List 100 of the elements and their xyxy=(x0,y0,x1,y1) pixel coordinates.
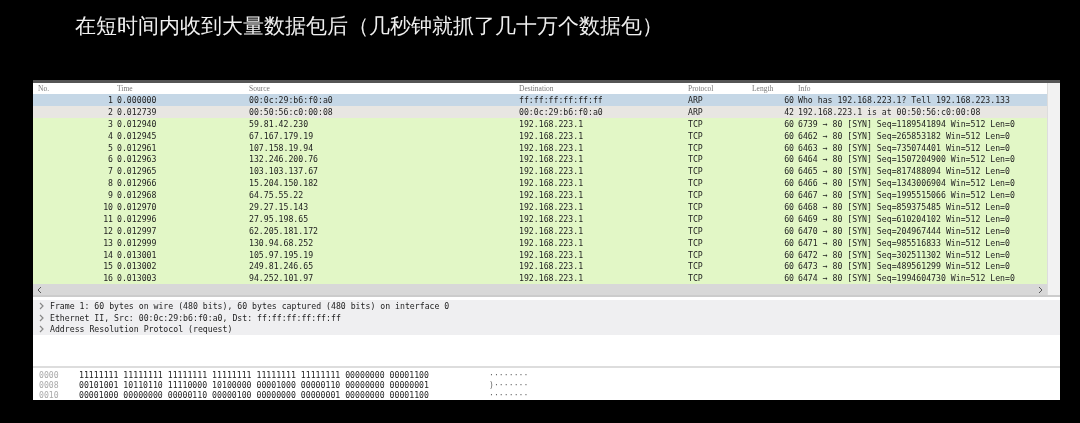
table-cell-text: 0.012961 xyxy=(117,142,158,153)
packet-row[interactable]: 8 0.012966 15.204.150.182 192.168.223.1 TCP 60 6466 → 80 [SYN] Seq=1343006904 Win=512 Len=0 xyxy=(33,177,1047,190)
byte-ascii: )······· xyxy=(489,380,529,390)
table-cell-text: TCP xyxy=(688,154,704,165)
table-cell-text: 0.012963 xyxy=(117,154,158,165)
table-cell-text: TCP xyxy=(688,249,704,260)
packet-row[interactable]: 6 0.012963 132.246.200.76 192.168.223.1 TCP 60 6464 → 80 [SYN] Seq=1507204900 Win=512 Len=0 xyxy=(33,153,1047,166)
table-cell-text: 6471 → 80 [SYN] Seq=985516833 Win=512 Len=0 xyxy=(798,237,1011,248)
table-cell-text: 60 xyxy=(783,213,795,224)
byte-offset: 0000 xyxy=(38,370,60,380)
table-cell-text: 7 xyxy=(107,166,114,177)
table-cell-text: 60 xyxy=(783,154,795,165)
table-cell-text: 60 xyxy=(783,249,795,260)
table-cell-text: 6470 → 80 [SYN] Seq=204967444 Win=512 Len=0 xyxy=(798,225,1011,236)
table-cell-text: 13 xyxy=(102,237,114,248)
scroll-left-icon[interactable] xyxy=(36,285,42,294)
table-cell-text: 0.013003 xyxy=(117,273,158,284)
table-cell-text: 6467 → 80 [SYN] Seq=1995515066 Win=512 Len=0 xyxy=(798,190,1016,201)
table-cell-text: 14 xyxy=(102,249,114,260)
table-cell-text: 60 xyxy=(783,190,795,201)
table-cell-text: 0.012945 xyxy=(117,130,158,141)
packet-row[interactable]: 9 0.012968 64.75.55.22 192.168.223.1 TCP 60 6467 → 80 [SYN] Seq=1995515066 Win=512 Len=0 xyxy=(33,189,1047,201)
table-cell-text: 192.168.223.1 xyxy=(519,118,585,129)
table-cell-text: TCP xyxy=(688,261,704,272)
table-cell-text: 6468 → 80 [SYN] Seq=859375485 Win=512 Len=0 xyxy=(798,201,1011,212)
table-cell-text: 64.75.55.22 xyxy=(249,190,305,201)
table-cell-text: 6739 → 80 [SYN] Seq=1189541894 Win=512 Len=0 xyxy=(798,118,1016,129)
table-cell-text: 6474 → 80 [SYN] Seq=1994604730 Win=512 Len=0 xyxy=(798,273,1016,284)
table-cell-text: 60 xyxy=(783,273,795,284)
table-cell-text: 4 xyxy=(107,130,114,141)
table-cell-text: 59.81.42.230 xyxy=(249,118,310,129)
table-cell-text: 192.168.223.1 xyxy=(519,225,585,236)
table-cell-text: 192.168.223.1 xyxy=(519,261,585,272)
table-cell-text: 15.204.150.182 xyxy=(249,178,319,189)
table-cell-text: 6462 → 80 [SYN] Seq=265853182 Win=512 Len=0 xyxy=(798,130,1011,141)
table-cell-text: 132.246.200.76 xyxy=(249,154,319,165)
chevron-icon[interactable] xyxy=(39,313,45,322)
scroll-right-icon[interactable] xyxy=(1038,285,1044,294)
table-cell-text: 60 xyxy=(783,201,795,212)
table-cell-text: 0.012940 xyxy=(117,118,158,129)
table-cell-text: 192.168.223.1 xyxy=(519,130,585,141)
table-cell-text: TCP xyxy=(688,118,704,129)
byte-ascii: ········ xyxy=(489,390,529,400)
table-cell-text: 60 xyxy=(783,94,795,105)
table-cell-text: 192.168.223.1 xyxy=(519,249,585,260)
table-cell-text: 42 xyxy=(783,106,795,117)
table-cell-text: 6464 → 80 [SYN] Seq=1507204900 Win=512 Len=0 xyxy=(798,154,1016,165)
packet-row[interactable]: 1 0.000000 00:0c:29:b6:f0:a0 ff:ff:ff:ff:ff:ff ARP 60 Who has 192.168.223.1? Tell 192.168.223.133 xyxy=(33,94,1047,106)
table-cell-text: TCP xyxy=(688,225,704,236)
table-cell-text: 1 xyxy=(107,94,114,105)
table-cell-text: 60 xyxy=(783,166,795,177)
table-cell-text: 60 xyxy=(783,130,795,141)
chevron-icon[interactable] xyxy=(39,325,45,333)
table-cell-text: 29.27.15.143 xyxy=(249,201,310,212)
table-cell-text: TCP xyxy=(688,201,704,212)
chevron-icon[interactable] xyxy=(39,302,45,310)
byte-bits: 00001000 00000000 00000110 00000100 00000000 00000001 00000000 00001100 xyxy=(79,390,430,400)
table-cell-text: 192.168.223.1 xyxy=(519,166,585,177)
table-cell-text: 2 xyxy=(107,106,114,117)
table-cell-text: 3 xyxy=(107,118,114,129)
table-cell-text: 192.168.223.1 xyxy=(519,142,585,153)
table-cell-text: 105.97.195.19 xyxy=(249,249,315,260)
table-cell-text: 8 xyxy=(107,178,114,189)
table-cell-text: 192.168.223.1 xyxy=(519,190,585,201)
table-cell-text: 15 xyxy=(102,261,114,272)
table-cell-text: 192.168.223.1 xyxy=(519,273,585,284)
table-cell-text: 60 xyxy=(783,178,795,189)
table-cell-text: 192.168.223.1 xyxy=(519,178,585,189)
vertical-scrollbar[interactable] xyxy=(1047,83,1060,296)
table-cell-text: 107.158.19.94 xyxy=(249,142,315,153)
table-cell-text: 60 xyxy=(783,142,795,153)
table-cell-text: 60 xyxy=(783,225,795,236)
packet-row[interactable]: 16 0.013003 94.252.101.97 192.168.223.1 TCP 60 6474 → 80 [SYN] Seq=1994604730 Win=512 Len=0 xyxy=(33,272,1047,285)
packet-row[interactable]: 7 0.012965 103.103.137.67 192.168.223.1 TCP 60 6465 → 80 [SYN] Seq=817488094 Win=512 Len=0 xyxy=(33,165,1047,178)
horizontal-scrollbar[interactable] xyxy=(33,284,1047,296)
table-cell-text: 94.252.101.97 xyxy=(249,273,315,284)
table-cell-text: 11 xyxy=(102,213,114,224)
table-cell-text: 0.012966 xyxy=(117,178,158,189)
table-cell-text: TCP xyxy=(688,190,704,201)
table-cell-text: ff:ff:ff:ff:ff:ff xyxy=(519,94,604,105)
table-cell-text: 0.012997 xyxy=(117,225,158,236)
slide-title: 在短时间内收到大量数据包后（几秒钟就抓了几十万个数据包） xyxy=(74,13,664,40)
table-cell-text: 6472 → 80 [SYN] Seq=302511302 Win=512 Len=0 xyxy=(798,249,1011,260)
table-cell-text: TCP xyxy=(688,166,704,177)
table-cell-text: TCP xyxy=(688,142,704,153)
packet-row[interactable]: 15 0.013002 249.81.246.65 192.168.223.1 TCP 60 6473 → 80 [SYN] Seq=489561299 Win=512 Len=0 xyxy=(33,260,1047,273)
detail-item[interactable]: Address Resolution Protocol (request) xyxy=(50,324,233,334)
table-cell-text: TCP xyxy=(688,178,704,189)
table-cell-text: 192.168.223.1 xyxy=(519,154,585,165)
table-cell-text: 192.168.223.1 xyxy=(519,237,585,248)
table-cell-text: Who has 192.168.223.1? Tell 192.168.223.133 xyxy=(798,94,1011,105)
table-cell-text: 60 xyxy=(783,261,795,272)
table-cell-text: TCP xyxy=(688,273,704,284)
table-cell-text: 6473 → 80 [SYN] Seq=489561299 Win=512 Len=0 xyxy=(798,261,1011,272)
table-cell-text: 16 xyxy=(102,273,114,284)
table-cell-text: 0.012999 xyxy=(117,237,158,248)
table-cell-text: 60 xyxy=(783,118,795,129)
packet-row[interactable]: 10 0.012970 29.27.15.143 192.168.223.1 TCP 60 6468 → 80 [SYN] Seq=859375485 Win=512 Len=0 xyxy=(33,201,1047,213)
byte-bits: 00101001 10110110 11110000 10100000 00001000 00000110 00000000 00000001 xyxy=(79,380,430,390)
table-cell-text: 192.168.223.1 is at 00:50:56:c0:00:08 xyxy=(798,106,982,117)
